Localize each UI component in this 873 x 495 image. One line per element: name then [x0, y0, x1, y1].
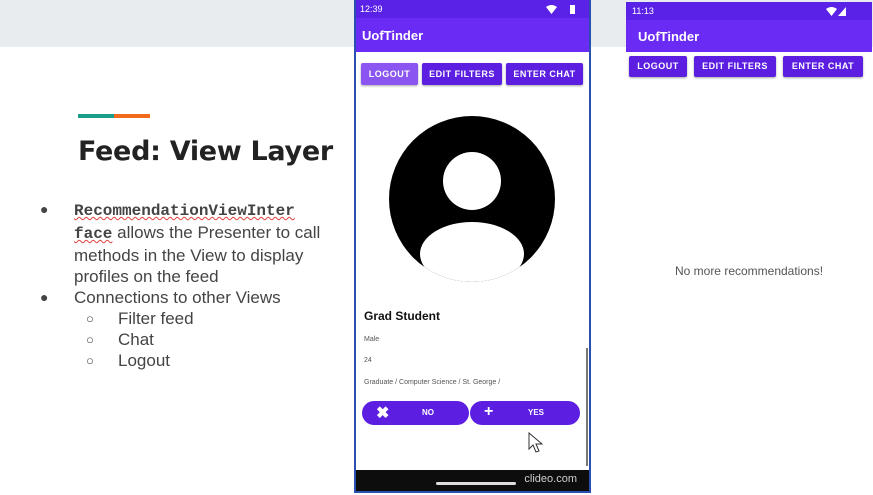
battery-icon: [570, 5, 575, 14]
sub-bullet-ring-icon: ○: [86, 332, 94, 347]
title-accent-teal: [78, 114, 114, 118]
logout-button[interactable]: LOGOUT: [361, 63, 418, 85]
enter-chat-button-label: ENTER CHAT: [513, 69, 576, 79]
status-bar: 12:39: [356, 0, 589, 18]
sub-bullet-item: ○ Logout: [40, 350, 340, 371]
slide-title: Feed: View Layer: [78, 136, 333, 167]
wifi-icon: [826, 7, 837, 16]
profile-name: Grad Student: [364, 309, 441, 323]
enter-chat-button[interactable]: ENTER CHAT: [783, 56, 863, 77]
app-bar: UofTinder: [356, 18, 589, 52]
status-time: 12:39: [360, 4, 383, 14]
wifi-icon: [546, 5, 557, 14]
scrollbar[interactable]: [586, 348, 588, 466]
avatar-icon: [389, 116, 555, 282]
logout-button-label: LOGOUT: [637, 61, 679, 71]
edit-filters-button[interactable]: EDIT FILTERS: [422, 63, 502, 85]
sub-bullet-item: ○ Chat: [40, 329, 340, 350]
sub-bullet-item: ○ Filter feed: [40, 308, 340, 329]
yes-button-label: YES: [528, 408, 545, 417]
profile-gender: Male: [364, 336, 380, 343]
cursor-icon: [528, 432, 544, 453]
edit-filters-button-label: EDIT FILTERS: [429, 69, 495, 79]
bullet-list: ● RecommendationViewInter face allows th…: [40, 199, 340, 371]
logout-button[interactable]: LOGOUT: [629, 56, 687, 77]
profile-details: Graduate / Computer Science / St. George…: [364, 379, 501, 386]
plus-icon: +: [484, 403, 494, 420]
sub-bullet-ring-icon: ○: [86, 353, 94, 368]
no-button[interactable]: ✖ NO: [362, 401, 469, 425]
watermark: clideo.com: [524, 473, 577, 485]
edit-filters-button-label: EDIT FILTERS: [702, 61, 768, 71]
phone-empty-feed-screen: 11:13 UofTinder LOGOUT EDIT FILTERS ENTE…: [626, 0, 873, 495]
no-button-label: NO: [422, 408, 434, 417]
home-handle[interactable]: [436, 482, 516, 485]
enter-chat-button-label: ENTER CHAT: [791, 61, 855, 71]
status-time: 11:13: [632, 6, 654, 16]
signal-icon: [838, 7, 846, 16]
profile-age: 24: [364, 357, 372, 364]
close-icon: ✖: [376, 405, 390, 422]
bullet-item: ● Connections to other Views: [40, 287, 340, 308]
sub-bullet-text: Chat: [118, 330, 154, 349]
bullet-dot-icon: ●: [40, 289, 49, 305]
bullet-item: ● RecommendationViewInter face allows th…: [40, 199, 340, 287]
phone-feed-screen: 12:39 UofTinder LOGOUT EDIT FILTERS ENTE…: [354, 0, 591, 493]
enter-chat-button[interactable]: ENTER CHAT: [506, 63, 583, 85]
edit-filters-button[interactable]: EDIT FILTERS: [694, 56, 776, 77]
yes-button[interactable]: + YES: [470, 401, 580, 425]
title-accent-orange: [114, 114, 150, 118]
empty-feed-message: No more recommendations!: [674, 264, 824, 278]
app-title: UofTinder: [638, 29, 700, 44]
app-bar: UofTinder: [626, 20, 872, 52]
bullet-text: Connections to other Views: [74, 288, 281, 307]
sub-bullet-ring-icon: ○: [86, 311, 94, 326]
status-bar: 11:13: [626, 2, 872, 20]
bullet-dot-icon: ●: [40, 201, 49, 217]
logout-button-label: LOGOUT: [368, 69, 411, 79]
sub-bullet-text: Logout: [118, 351, 170, 370]
app-title: UofTinder: [362, 28, 424, 43]
sub-bullet-text: Filter feed: [118, 309, 194, 328]
